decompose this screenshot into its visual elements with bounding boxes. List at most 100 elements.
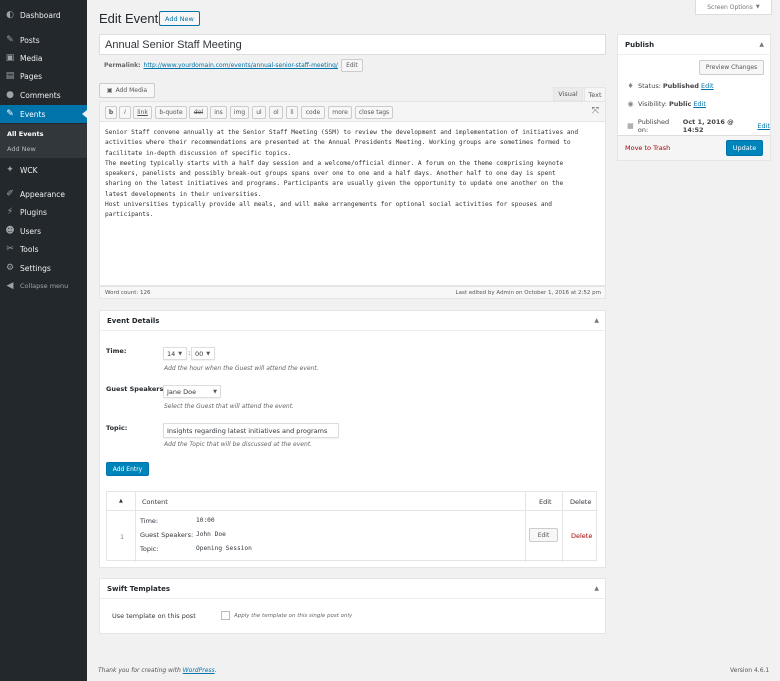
editor-toolbar: b i link b-quote del ins img ul ol li co…	[99, 101, 606, 122]
content-editor[interactable]: Senior Staff convene annually at the Sen…	[99, 122, 606, 286]
sidebar-item-label: Collapse menu	[20, 282, 69, 290]
editor-line: latest developments in their universitie…	[105, 190, 262, 198]
sidebar-item-label: Pages	[20, 71, 43, 81]
fullscreen-icon[interactable]: ⤧	[592, 106, 599, 116]
sidebar-item-plugins[interactable]: ⚡ Plugins	[0, 203, 87, 221]
sort-icon[interactable]: ▲	[119, 498, 123, 504]
apply-template-checkbox[interactable]	[221, 611, 230, 620]
link-button[interactable]: link	[133, 106, 152, 119]
italic-button[interactable]: i	[119, 106, 131, 119]
li-button[interactable]: li	[286, 106, 298, 119]
editor-line: participants.	[105, 211, 154, 219]
tab-text[interactable]: Text	[584, 87, 606, 101]
last-edited: Last edited by Admin on October 1, 2016 …	[455, 290, 601, 296]
time-label: Time:	[106, 347, 127, 355]
sidebar-item-label: WCK	[20, 165, 38, 175]
sidebar-item-tools[interactable]: ✂ Tools	[0, 240, 87, 258]
sidebar-item-settings[interactable]: ⚙ Settings	[0, 259, 87, 277]
del-button[interactable]: del	[189, 106, 208, 119]
media-icon: ▣	[106, 87, 113, 94]
minute-value: 00	[195, 349, 204, 358]
status-value: Published	[662, 82, 699, 90]
code-button[interactable]: code	[301, 106, 325, 119]
visibility-label: Visibility:	[638, 100, 667, 108]
more-button[interactable]: more	[328, 106, 352, 119]
collapse-arrow-icon[interactable]: ▲	[594, 585, 599, 592]
sidebar-item-dashboard[interactable]: ◐ Dashboard	[0, 6, 87, 24]
sidebar-item-label: Media	[20, 53, 43, 63]
ul-button[interactable]: ul	[252, 106, 266, 119]
submenu-add-new[interactable]: Add New	[7, 145, 36, 153]
sidebar-item-events[interactable]: ✎ Events	[0, 105, 87, 123]
ins-button[interactable]: ins	[210, 106, 227, 119]
blockquote-button[interactable]: b-quote	[155, 106, 187, 119]
row-edit-button[interactable]: Edit	[529, 528, 558, 542]
sidebar-item-media[interactable]: ▣ Media	[0, 49, 87, 67]
sidebar-item-comments[interactable]: ● Comments	[0, 86, 87, 104]
status-edit-link[interactable]: Edit	[701, 82, 714, 90]
sidebar-item-posts[interactable]: ✎ Posts	[0, 31, 87, 49]
column-divider	[525, 492, 526, 562]
col-header-edit: Edit	[539, 498, 552, 506]
page-title: Edit Event	[99, 11, 159, 26]
swift-templates-header[interactable]: Swift Templates ▲	[100, 579, 605, 599]
row-time-value: 10:00	[196, 517, 215, 524]
sidebar-item-appearance[interactable]: ✐ Appearance	[0, 185, 87, 203]
sidebar-item-label: Comments	[20, 90, 61, 100]
pushpin-icon: ✎	[6, 109, 14, 119]
tab-visual[interactable]: Visual	[553, 87, 583, 101]
column-divider	[562, 492, 563, 562]
publish-header[interactable]: Publish ▲	[618, 35, 770, 55]
sidebar-item-pages[interactable]: ▤ Pages	[0, 67, 87, 85]
visibility-value: Public	[668, 100, 692, 108]
permalink-edit-button[interactable]: Edit	[340, 59, 363, 72]
pin-icon: ♦	[627, 82, 634, 90]
permalink-link[interactable]: http://www.yourdomain.com/events/annual-…	[144, 62, 338, 69]
sidebar-item-users[interactable]: ☻ Users	[0, 222, 87, 240]
add-entry-button[interactable]: Add Entry	[106, 462, 149, 476]
comment-icon: ●	[6, 90, 14, 100]
minute-select[interactable]: 00 ▼	[191, 347, 215, 360]
ol-button[interactable]: ol	[269, 106, 283, 119]
close-tags-button[interactable]: close tags	[355, 106, 393, 119]
collapse-icon: ◀	[6, 281, 14, 291]
editor-line: facilitate in-depth discussion of specif…	[105, 149, 292, 157]
img-button[interactable]: img	[230, 106, 249, 119]
brush-icon: ✐	[6, 189, 14, 199]
published-edit-link[interactable]: Edit	[757, 122, 770, 130]
screen-options-label: Screen Options	[707, 3, 753, 11]
time-description: Add the hour when the Guest will attend …	[164, 365, 319, 372]
post-title-input[interactable]: Annual Senior Staff Meeting	[99, 34, 606, 55]
submenu-all-events[interactable]: All Events	[7, 130, 43, 138]
bold-button[interactable]: b	[105, 106, 117, 119]
collapse-menu[interactable]: ◀ Collapse menu	[0, 277, 87, 295]
caret-down-icon: ▼	[755, 4, 760, 10]
add-new-button[interactable]: Add New	[159, 11, 200, 26]
guest-speakers-select[interactable]: Jane Doe ▼	[163, 385, 221, 398]
row-delete-link[interactable]: Delete	[571, 532, 592, 540]
hour-select[interactable]: 14 ▼	[163, 347, 187, 360]
calendar-icon: ▦	[627, 122, 634, 130]
collapse-arrow-icon[interactable]: ▲	[759, 41, 764, 48]
sidebar-item-wck[interactable]: ✦ WCK	[0, 161, 87, 179]
collapse-arrow-icon[interactable]: ▲	[594, 317, 599, 324]
use-template-label: Use template on this post	[112, 612, 196, 620]
sidebar-item-label: Settings	[20, 263, 51, 273]
event-details-header[interactable]: Event Details ▲	[100, 311, 605, 331]
editor-line: Senior Staff convene annually at the Sen…	[105, 129, 579, 136]
add-media-button[interactable]: ▣ Add Media	[99, 83, 155, 98]
eye-icon: ◉	[627, 100, 634, 108]
visibility-edit-link[interactable]: Edit	[693, 100, 706, 108]
update-button[interactable]: Update	[726, 140, 763, 156]
topic-input[interactable]: Insights regarding latest initiatives an…	[163, 423, 339, 438]
screen-options-button[interactable]: Screen Options ▼	[695, 0, 772, 15]
time-separator: :	[188, 349, 191, 357]
col-header-delete: Delete	[570, 498, 592, 506]
guest-speakers-label: Guest Speakers:	[106, 385, 166, 393]
preview-changes-button[interactable]: Preview Changes	[699, 60, 764, 75]
move-to-trash-link[interactable]: Move to Trash	[625, 144, 670, 152]
permalink-row: Permalink: http://www.yourdomain.com/eve…	[104, 59, 363, 72]
col-header-content: Content	[142, 498, 168, 506]
status-label: Status:	[638, 82, 661, 90]
wordpress-link[interactable]: WordPress	[183, 667, 215, 674]
